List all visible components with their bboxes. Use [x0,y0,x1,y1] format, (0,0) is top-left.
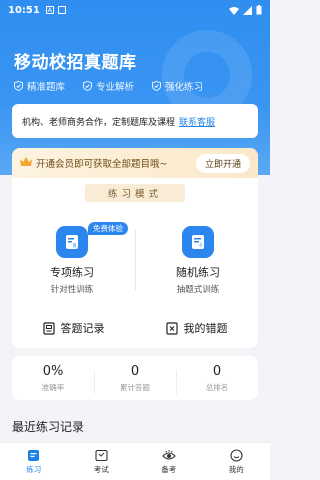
vip-text: 开通会员即可获取全部题目哦~ [36,159,168,170]
tab-exam[interactable]: 考试 [68,443,136,480]
random-practice-button[interactable]: 随机练习 抽题式训练 [143,226,253,295]
stat-rank: 0 总排名 [176,363,258,394]
sd-card-icon [57,6,66,14]
record-icon [42,321,55,335]
stat-accuracy: 0% 准确率 [12,364,94,393]
wrong-icon [165,321,178,335]
stat-total-answered: 0 累计答题 [94,363,176,394]
status-bar: 10:51 A [0,0,270,20]
decorative-ring-inner [176,44,238,106]
free-trial-badge: 免费体验 [88,222,128,235]
record-label: 答题记录 [60,322,105,335]
wrong-questions-button[interactable]: 我的错题 [135,320,258,336]
bottom-tab-bar: 练习 考试 备考 我的 [0,442,270,480]
tab-mine[interactable]: 我的 [203,443,271,480]
notification-icon-label: A [47,6,52,14]
notice-text: 机构、老师商务合作，定制题库及课程 [22,117,176,128]
feature-item: 精准题库 [14,79,65,93]
shield-check-icon [14,81,23,91]
feature-item: 强化练习 [152,79,203,93]
tab-label: 我的 [228,464,244,474]
status-time: 10:51 [8,4,40,16]
battery-icon [256,5,262,15]
wifi-icon [229,6,239,15]
stat-value: 0 [212,363,222,379]
practice-sub: 针对性训练 [50,285,94,295]
page-title: 移动校招真题库 [14,53,137,73]
shuffle-icon [182,226,214,258]
smile-icon [230,448,243,462]
special-practice-button[interactable]: 专项练习 针对性训练 [17,226,127,295]
tab-prepare[interactable]: 备考 [135,443,203,480]
stat-label: 准确率 [41,382,65,392]
answer-record-button[interactable]: 答题记录 [12,320,135,336]
feature-list: 精准题库 专业解析 强化练习 [14,79,203,93]
record-label: 我的错题 [183,322,228,335]
practice-icon [28,449,40,461]
feature-label: 精准题库 [27,82,66,93]
feature-item: 专业解析 [83,79,134,93]
stat-value: 0 [130,363,140,379]
status-right [229,5,262,15]
tab-practice[interactable]: 练习 [0,443,68,480]
recent-practice-title: 最近练习记录 [12,420,85,434]
contact-service-link[interactable]: 联系客服 [179,115,215,128]
open-vip-button[interactable]: 立即开通 [195,153,250,173]
feature-label: 专业解析 [96,82,135,93]
stats-card: 0% 准确率 0 累计答题 0 总排名 [12,356,258,400]
shield-check-icon [152,81,162,91]
vip-banner: 开通会员即可获取全部题目哦~ 立即开通 [12,148,258,178]
practice-card: 开通会员即可获取全部题目哦~ 立即开通 练习模式 专项练习 针对性训练 免费体验… [12,148,258,348]
notification-icon: A [45,6,54,14]
stat-label: 总排名 [205,382,229,392]
stat-value: 0% [42,363,64,379]
divider [135,230,136,290]
record-row: 答题记录 我的错题 [12,320,258,336]
section-title: 练习模式 [85,184,185,202]
crown-icon [20,156,32,170]
exam-icon [95,449,108,461]
book-icon [56,226,88,258]
tab-label: 考试 [93,464,109,474]
feature-label: 强化练习 [165,82,204,93]
eye-icon [161,449,176,460]
business-notice: 机构、老师商务合作，定制题库及课程 联系客服 [12,104,258,138]
tab-label: 练习 [26,464,42,474]
practice-sub: 抽题式训练 [176,285,220,295]
practice-name: 随机练习 [176,266,220,279]
signal-icon [243,5,252,15]
practice-name: 专项练习 [50,266,94,279]
tab-label: 备考 [161,464,177,474]
stat-label: 累计答题 [120,382,150,392]
shield-check-icon [83,81,93,91]
